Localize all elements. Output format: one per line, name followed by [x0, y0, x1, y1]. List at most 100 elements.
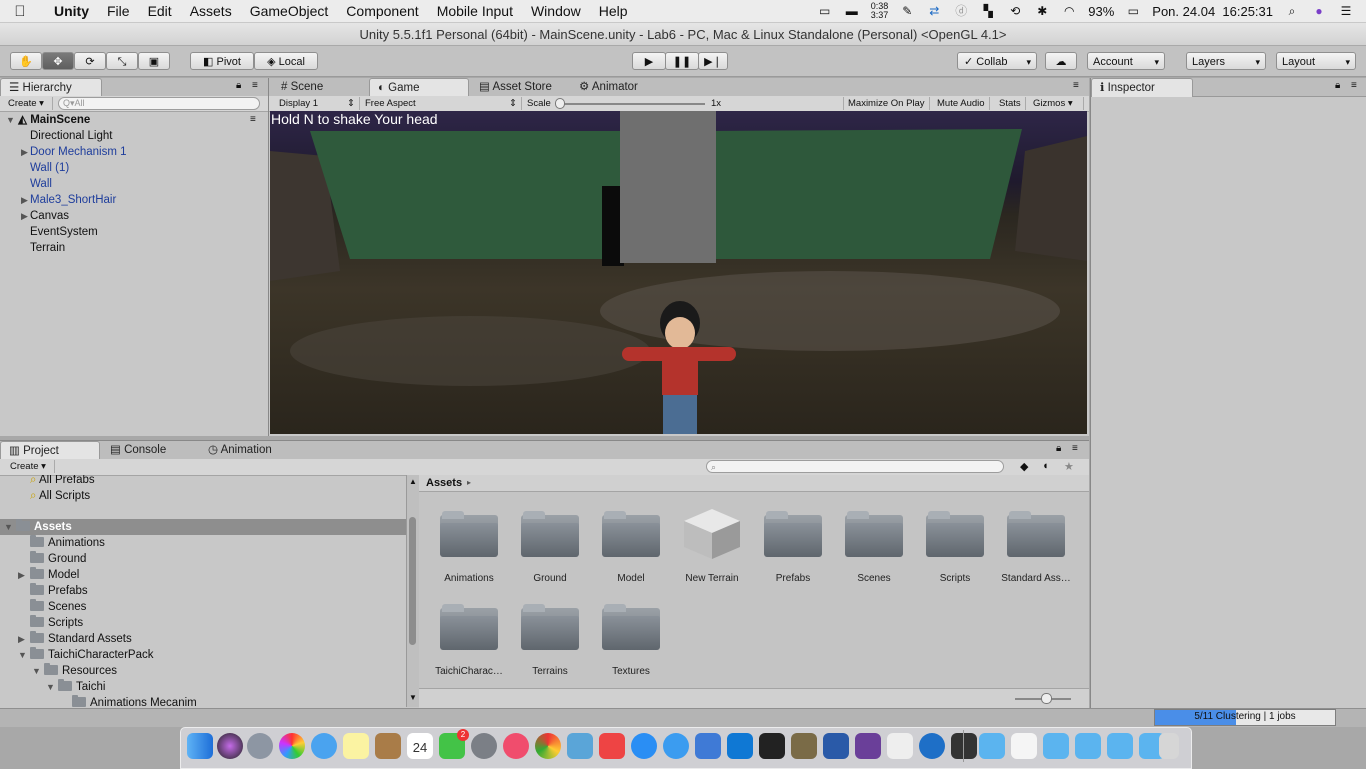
- hierarchy-item[interactable]: Wall (1): [30, 160, 69, 176]
- move-tool-button[interactable]: ✥: [42, 52, 74, 70]
- battery-status-icon[interactable]: ▬: [844, 4, 860, 18]
- project-tree-item[interactable]: Animations Mecanim: [72, 695, 197, 707]
- layers-dropdown[interactable]: Layers: [1186, 52, 1266, 71]
- xcode-icon[interactable]: [695, 733, 721, 759]
- tab-animator[interactable]: ⚙ Animator: [571, 78, 646, 96]
- hand-tool-button[interactable]: ✋: [10, 52, 42, 70]
- tab-game[interactable]: ◐ Game: [369, 78, 469, 97]
- menu-help[interactable]: Help: [590, 3, 637, 19]
- asset-item[interactable]: Prefabs: [753, 511, 833, 591]
- hierarchy-item[interactable]: ▶ Canvas: [21, 208, 69, 224]
- project-tree-item[interactable]: Animations: [30, 535, 105, 551]
- tab-scene[interactable]: # Scene: [273, 78, 331, 96]
- terminal-icon[interactable]: [759, 733, 785, 759]
- asset-item[interactable]: Scenes: [834, 511, 914, 591]
- preview-icon[interactable]: [1011, 733, 1037, 759]
- safari-icon[interactable]: [663, 733, 689, 759]
- favorite-item[interactable]: ⌕ All Scripts: [30, 488, 90, 504]
- folder-dock-icon[interactable]: [1107, 733, 1133, 759]
- asset-item[interactable]: New Terrain: [672, 509, 752, 591]
- app-store-icon[interactable]: [631, 733, 657, 759]
- hierarchy-item[interactable]: ▶ Male3_ShortHair: [21, 192, 116, 208]
- asset-item[interactable]: Animations: [429, 511, 509, 591]
- expand-arrow-icon[interactable]: ▼: [6, 115, 15, 125]
- tab-hierarchy[interactable]: ☰ Hierarchy: [0, 78, 102, 97]
- filter-by-type-icon[interactable]: ◆: [1020, 460, 1028, 473]
- scale-slider-track[interactable]: [557, 103, 705, 105]
- messages-app-icon[interactable]: [311, 733, 337, 759]
- notification-center-icon[interactable]: ☰: [1338, 4, 1354, 18]
- progress-bar[interactable]: 5/11 Clustering | 1 jobs: [1154, 709, 1336, 726]
- scroll-up-icon[interactable]: ▲: [409, 477, 417, 486]
- gizmos-dropdown[interactable]: Gizmos ▾: [1029, 97, 1084, 110]
- contacts-icon[interactable]: [375, 733, 401, 759]
- hierarchy-item[interactable]: Terrain: [30, 240, 65, 256]
- system-preferences-icon[interactable]: [471, 733, 497, 759]
- dashlane-icon[interactable]: ⓓ: [953, 4, 969, 18]
- project-tree-item[interactable]: Ground: [30, 551, 86, 567]
- maximize-on-play-toggle[interactable]: Maximize On Play: [843, 97, 930, 110]
- rotate-tool-button[interactable]: ⟳: [74, 52, 106, 70]
- expand-arrow-icon[interactable]: ▼: [4, 519, 13, 535]
- photos-icon[interactable]: [279, 733, 305, 759]
- step-button[interactable]: ▶❘: [698, 52, 728, 70]
- tab-animation[interactable]: ◷ Animation: [200, 441, 280, 459]
- word-icon[interactable]: [823, 733, 849, 759]
- tab-console[interactable]: ▤ Console: [102, 441, 174, 459]
- notes-icon[interactable]: [343, 733, 369, 759]
- tab-asset-store[interactable]: ▤ Asset Store: [471, 78, 560, 96]
- rect-tool-button[interactable]: ▣: [138, 52, 170, 70]
- expand-arrow-icon[interactable]: ▼: [32, 663, 41, 679]
- panel-menu-icon[interactable]: ≡: [1072, 443, 1078, 454]
- menu-component[interactable]: Component: [337, 3, 427, 19]
- scene-menu-icon[interactable]: ≡: [250, 114, 256, 125]
- hierarchy-search-input[interactable]: Q▾All: [58, 97, 260, 110]
- siri-icon[interactable]: ●: [1311, 4, 1327, 18]
- menu-edit[interactable]: Edit: [139, 3, 181, 19]
- project-tree-item[interactable]: ▼ Resources: [32, 663, 117, 679]
- project-tree-item[interactable]: ▼ Taichi: [46, 679, 105, 695]
- project-tree-item[interactable]: Scripts: [30, 615, 83, 631]
- expand-arrow-icon[interactable]: ▼: [46, 679, 55, 695]
- gimp-icon[interactable]: [791, 733, 817, 759]
- grid-icon[interactable]: ▚: [980, 4, 996, 18]
- finder-icon[interactable]: [187, 733, 213, 759]
- expand-arrow-icon[interactable]: ▶: [21, 208, 28, 224]
- teamviewer-dock-icon[interactable]: [919, 733, 945, 759]
- tree-scrollbar[interactable]: ▲ ▼: [406, 475, 419, 707]
- github-icon[interactable]: [855, 733, 881, 759]
- calendar-icon[interactable]: 24: [407, 733, 433, 759]
- collab-dropdown[interactable]: ✓ Collab: [957, 52, 1037, 71]
- menu-mobile-input[interactable]: Mobile Input: [428, 3, 522, 19]
- hierarchy-item[interactable]: Wall: [30, 176, 52, 192]
- menu-window[interactable]: Window: [522, 3, 590, 19]
- favorite-star-icon[interactable]: ★: [1064, 460, 1074, 473]
- asset-item[interactable]: Standard Ass…: [996, 511, 1076, 591]
- launchpad-icon[interactable]: [247, 733, 273, 759]
- menu-assets[interactable]: Assets: [181, 3, 241, 19]
- filter-by-label-icon[interactable]: ◖: [1042, 460, 1049, 472]
- scroll-down-icon[interactable]: ▼: [409, 693, 417, 702]
- project-tree-item[interactable]: Prefabs: [30, 583, 88, 599]
- pen-icon[interactable]: ✎: [899, 4, 915, 18]
- menu-app-name[interactable]: Unity: [40, 3, 98, 19]
- project-tree-item[interactable]: ▼ TaichiCharacterPack: [18, 647, 153, 663]
- folder-dock-icon[interactable]: [1075, 733, 1101, 759]
- teamviewer-icon[interactable]: ⇄: [926, 4, 942, 18]
- datetime[interactable]: Pon. 24.04 16:25:31: [1152, 4, 1273, 19]
- play-button[interactable]: ▶: [632, 52, 666, 70]
- cloud-button[interactable]: ☁: [1045, 52, 1077, 70]
- pivot-button[interactable]: ◧ Pivot: [190, 52, 254, 70]
- menu-gameobject[interactable]: GameObject: [241, 3, 338, 19]
- layout-dropdown[interactable]: Layout: [1276, 52, 1356, 71]
- spotlight-search-icon[interactable]: ⌕: [1284, 4, 1300, 18]
- asset-item[interactable]: TaichiCharac…: [429, 604, 509, 684]
- lock-icon[interactable]: 🔒︎: [1335, 80, 1340, 91]
- battery-icon[interactable]: ▭: [1125, 4, 1141, 18]
- hierarchy-item[interactable]: ▶ Door Mechanism 1: [21, 144, 127, 160]
- scene-row[interactable]: ▼ ◭ MainScene: [6, 112, 90, 128]
- facetime-icon[interactable]: 2: [439, 729, 469, 759]
- folder-dock-icon[interactable]: [979, 733, 1005, 759]
- breadcrumb-assets[interactable]: Assets: [426, 477, 462, 489]
- asset-item[interactable]: Model: [591, 511, 671, 591]
